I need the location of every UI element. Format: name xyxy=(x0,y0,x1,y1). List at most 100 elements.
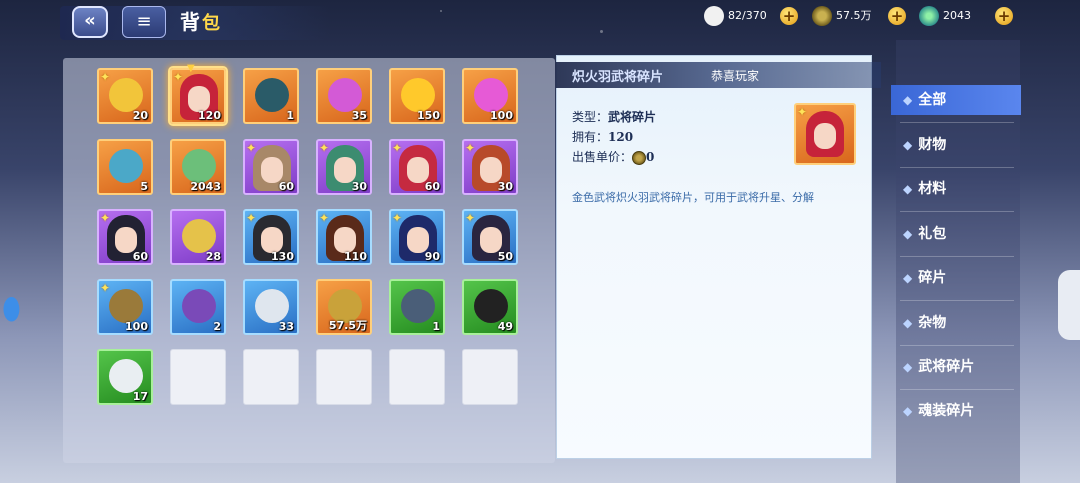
inventory-slot[interactable]: 57.5万 xyxy=(316,279,372,335)
inventory-slot[interactable]: ✦ 30 xyxy=(316,139,372,195)
rice-plus-button[interactable]: + xyxy=(780,7,798,25)
item-art-icon xyxy=(109,359,143,393)
item-count: 1 xyxy=(286,109,294,122)
rice-resource: 82/370 xyxy=(704,6,767,26)
tab-label: 碎片 xyxy=(918,270,947,286)
tab-1[interactable]: ◆ 财物 xyxy=(891,130,1021,160)
inventory-slot[interactable]: 35 xyxy=(316,68,372,124)
item-art-icon xyxy=(474,78,508,112)
inventory-slot[interactable]: 5 xyxy=(97,139,153,195)
star-icon: ✦ xyxy=(173,70,184,84)
item-count: 20 xyxy=(132,109,148,122)
inventory-slot[interactable]: 150 xyxy=(389,68,445,124)
item-art-icon xyxy=(401,78,435,112)
tab-label: 财物 xyxy=(918,137,947,153)
item-art-icon xyxy=(401,289,435,323)
inventory-slot[interactable]: 2 xyxy=(170,279,226,335)
inventory-slot[interactable]: ✦ 120 xyxy=(170,68,226,124)
item-count: 33 xyxy=(278,320,294,333)
item-type-label: 类型： xyxy=(572,110,609,124)
empty-slot[interactable] xyxy=(462,349,518,405)
diamond-icon: ◆ xyxy=(903,138,913,152)
item-price-label: 出售单价： xyxy=(572,150,633,164)
empty-slot[interactable] xyxy=(389,349,445,405)
coin-icon xyxy=(812,6,832,26)
item-art-icon xyxy=(328,78,362,112)
empty-slot[interactable] xyxy=(170,349,226,405)
item-art-icon xyxy=(109,78,143,112)
item-count: 17 xyxy=(132,390,148,403)
inventory-slot[interactable]: ✦ 30 xyxy=(462,139,518,195)
star-icon: ✦ xyxy=(392,141,403,155)
item-owned-line: 拥有：120 xyxy=(572,128,633,145)
item-portrait: ✦ xyxy=(794,103,856,165)
inventory-slot[interactable]: 33 xyxy=(243,279,299,335)
inventory-slot[interactable]: 17 xyxy=(97,349,153,405)
inventory-slot[interactable]: ✦ 90 xyxy=(389,209,445,265)
tab-3[interactable]: ◆ 礼包 xyxy=(891,219,1021,249)
inventory-slot[interactable]: 49 xyxy=(462,279,518,335)
item-name: 炽火羽武将碎片 xyxy=(572,70,664,85)
inventory-slot[interactable]: 28 xyxy=(170,209,226,265)
inventory-slot[interactable]: 1 xyxy=(243,68,299,124)
item-count: 60 xyxy=(132,250,148,263)
item-count: 2043 xyxy=(190,180,221,193)
inventory-slot[interactable]: ✦ 50 xyxy=(462,209,518,265)
inventory-slot[interactable]: ✦ 110 xyxy=(316,209,372,265)
tab-5[interactable]: ◆ 杂物 xyxy=(891,308,1021,338)
item-art-icon xyxy=(474,289,508,323)
location-pin-icon[interactable]: ⬮ xyxy=(2,292,28,332)
tab-6[interactable]: ◆ 武将碎片 xyxy=(891,352,1021,382)
item-count: 50 xyxy=(497,250,513,263)
item-art-icon xyxy=(255,78,289,112)
inventory-slot[interactable]: ✦ 60 xyxy=(389,139,445,195)
inventory-slot[interactable]: ✦ 130 xyxy=(243,209,299,265)
orb-value: 2043 xyxy=(943,9,971,22)
tab-0[interactable]: ◆ 全部 xyxy=(891,85,1021,115)
item-count: 30 xyxy=(497,180,513,193)
tab-4[interactable]: ◆ 碎片 xyxy=(891,263,1021,293)
rice-value: 82/370 xyxy=(728,9,767,22)
item-price-value: 0 xyxy=(646,150,655,164)
tab-7[interactable]: ◆ 魂装碎片 xyxy=(891,396,1021,426)
diamond-icon: ◆ xyxy=(903,316,913,330)
tab-label: 礼包 xyxy=(918,226,947,242)
side-handle[interactable] xyxy=(1058,270,1080,340)
tab-divider xyxy=(900,345,1014,346)
tab-label: 魂装碎片 xyxy=(918,403,975,419)
inventory-slot[interactable]: ✦ 100 xyxy=(97,279,153,335)
orb-plus-button[interactable]: + xyxy=(995,7,1013,25)
inventory-slot[interactable]: ✦ 20 xyxy=(97,68,153,124)
inventory-slot[interactable]: ✦ 60 xyxy=(97,209,153,265)
star-icon: ✦ xyxy=(797,105,808,119)
item-type-line: 类型：武将碎片 xyxy=(572,108,656,125)
item-count: 1 xyxy=(432,320,440,333)
empty-slot[interactable] xyxy=(316,349,372,405)
item-count: 30 xyxy=(351,180,367,193)
item-type-value: 武将碎片 xyxy=(608,110,657,124)
tab-divider xyxy=(900,167,1014,168)
item-count: 35 xyxy=(351,109,367,122)
tab-label: 全部 xyxy=(918,92,947,108)
item-count: 90 xyxy=(424,250,440,263)
back-button[interactable]: « xyxy=(72,6,108,38)
diamond-icon: ◆ xyxy=(903,360,913,374)
item-count: 2 xyxy=(213,320,221,333)
orb-icon xyxy=(919,6,939,26)
inventory-slot[interactable]: 1 xyxy=(389,279,445,335)
tab-label: 杂物 xyxy=(918,315,947,331)
item-count: 130 xyxy=(271,250,294,263)
inventory-slot[interactable]: 100 xyxy=(462,68,518,124)
empty-slot[interactable] xyxy=(243,349,299,405)
page-title-sub: 包 xyxy=(202,13,222,34)
item-count: 60 xyxy=(424,180,440,193)
item-count: 100 xyxy=(125,320,148,333)
tab-2[interactable]: ◆ 材料 xyxy=(891,174,1021,204)
page-title-main: 背 xyxy=(180,10,202,34)
tab-divider xyxy=(900,389,1014,390)
bag-icon: ≡ xyxy=(122,6,166,38)
inventory-slot[interactable]: 2043 xyxy=(170,139,226,195)
inventory-slot[interactable]: ✦ 60 xyxy=(243,139,299,195)
coin-plus-button[interactable]: + xyxy=(888,7,906,25)
star-icon: ✦ xyxy=(100,211,111,225)
